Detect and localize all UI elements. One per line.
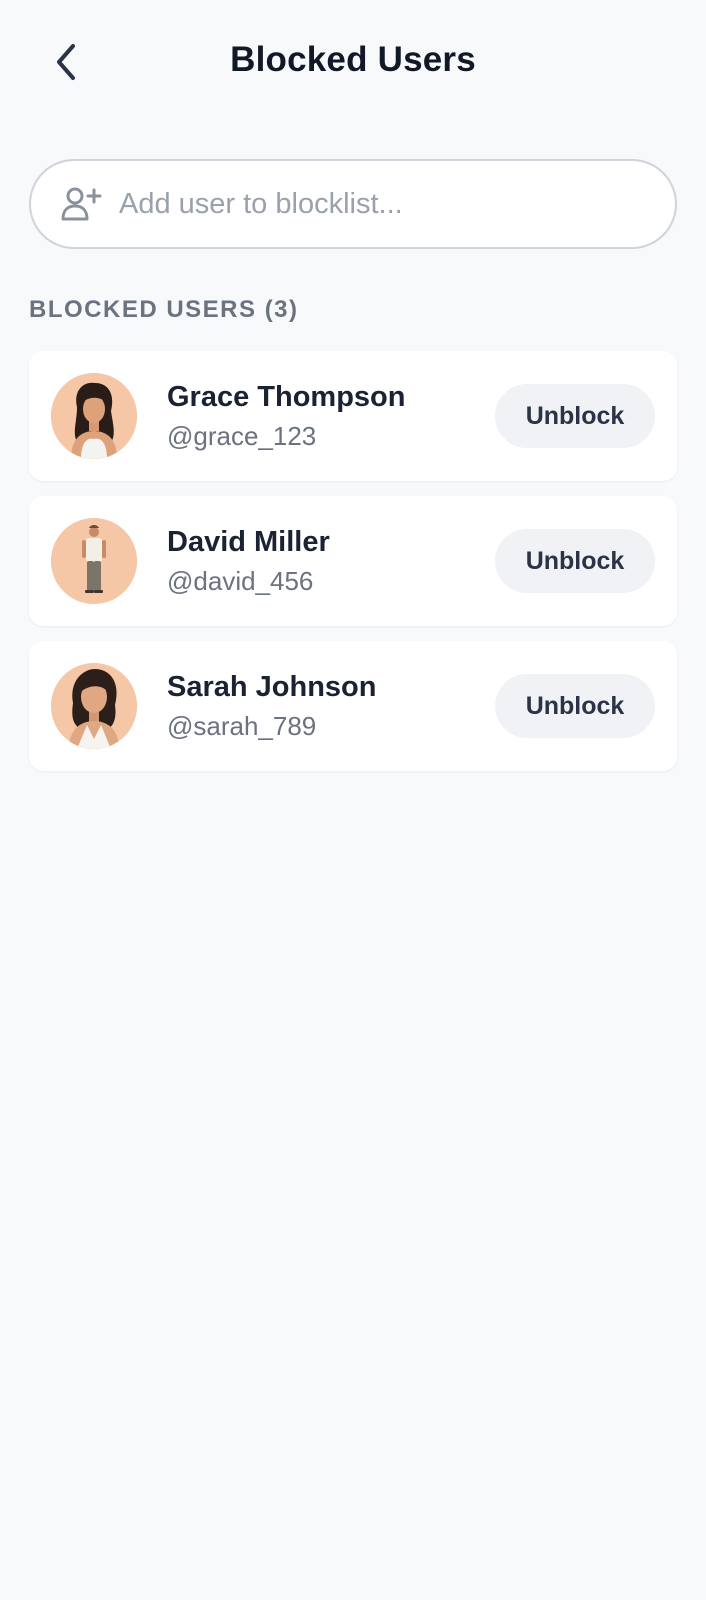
add-user-icon xyxy=(59,182,103,226)
user-info: David Miller @david_456 xyxy=(167,522,495,600)
user-card: David Miller @david_456 Unblock xyxy=(29,496,677,626)
blocked-users-screen: Blocked Users BLOCKED USERS (3) xyxy=(0,0,706,1600)
user-handle: @grace_123 xyxy=(167,421,317,451)
add-user-input[interactable] xyxy=(119,187,675,221)
user-card: Grace Thompson @grace_123 Unblock xyxy=(29,351,677,481)
user-card: Sarah Johnson @sarah_789 Unblock xyxy=(29,641,677,771)
avatar xyxy=(51,373,137,459)
blocked-users-list: Grace Thompson @grace_123 Unblock David … xyxy=(29,351,677,786)
header: Blocked Users xyxy=(0,0,706,130)
unblock-button[interactable]: Unblock xyxy=(495,384,655,448)
user-name: David Miller xyxy=(167,526,330,558)
user-name: Sarah Johnson xyxy=(167,671,377,703)
user-info: Sarah Johnson @sarah_789 xyxy=(167,667,495,745)
unblock-button[interactable]: Unblock xyxy=(495,674,655,738)
avatar xyxy=(51,663,137,749)
user-info: Grace Thompson @grace_123 xyxy=(167,377,495,455)
user-handle: @sarah_789 xyxy=(167,711,317,741)
section-label: BLOCKED USERS (3) xyxy=(29,296,299,323)
add-user-search[interactable] xyxy=(29,159,677,249)
unblock-button[interactable]: Unblock xyxy=(495,529,655,593)
user-name: Grace Thompson xyxy=(167,381,406,413)
page-title: Blocked Users xyxy=(230,40,476,79)
user-handle: @david_456 xyxy=(167,566,314,596)
avatar xyxy=(51,518,137,604)
